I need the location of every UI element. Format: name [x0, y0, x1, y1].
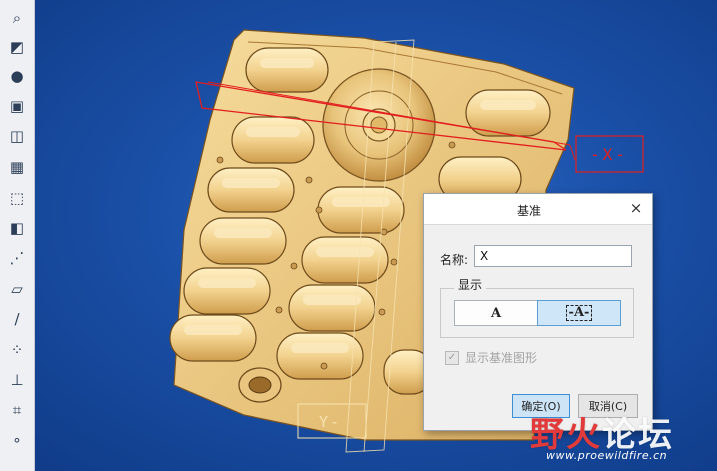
name-label: 名称: [440, 253, 469, 267]
option-a-label: A [490, 305, 502, 321]
show-datum-label: 显示基准图形 [465, 351, 538, 365]
zoom-tool-icon[interactable]: ⌕ [5, 6, 29, 30]
datum-plane-icon[interactable]: ◫ [5, 124, 29, 148]
sketch-plane-icon[interactable]: ◩ [5, 35, 29, 59]
close-icon[interactable]: × [628, 200, 644, 216]
extrude-icon[interactable]: ▣ [5, 94, 29, 118]
datum-tag-x: -X- [590, 145, 628, 164]
solid-view-icon[interactable]: ◧ [5, 216, 29, 240]
plane-display-icon[interactable]: ▱ [5, 277, 29, 301]
dialog-title: 基准 [516, 204, 541, 218]
watermark-url: www.proewildfire.cn [546, 449, 668, 462]
display-option-plain[interactable]: A [454, 300, 538, 326]
dialog-title-bar[interactable]: 基准 × [424, 194, 652, 225]
option-a-dash-label: -A- [565, 305, 593, 321]
datum-dialog: 基准 × 名称: 显示 A -A- ✓ 显示基准图形 确定(O) 取消(C) [423, 193, 653, 431]
datum-axis-display-icon[interactable]: ⋰ [5, 246, 29, 270]
annotation-display-icon[interactable]: ⌗ [5, 398, 29, 422]
display-group-label: 显示 [454, 276, 487, 293]
spin-center-icon[interactable]: ∘ [5, 428, 29, 452]
name-input[interactable] [474, 245, 632, 267]
csys-display-icon[interactable]: ⊥ [5, 368, 29, 392]
shading-icon[interactable]: ● [5, 64, 29, 88]
left-toolbar: ⌕ ◩ ● ▣ ◫ ▦ ⬚ ◧ ⋰ ▱ ∕ ⁘ ⊥ ⌗ ∘ [0, 0, 35, 471]
display-option-framed[interactable]: -A- [537, 300, 621, 326]
point-display-icon[interactable]: ⁘ [5, 338, 29, 362]
insert-feature-icon[interactable]: ⬚ [5, 186, 29, 210]
show-datum-checkbox-row[interactable]: ✓ 显示基准图形 [445, 349, 537, 366]
saved-view-icon[interactable]: ▦ [5, 155, 29, 179]
show-datum-checkbox[interactable]: ✓ [445, 350, 459, 365]
axis-display-icon[interactable]: ∕ [5, 307, 29, 331]
datum-tag-y: Y- [319, 413, 341, 431]
